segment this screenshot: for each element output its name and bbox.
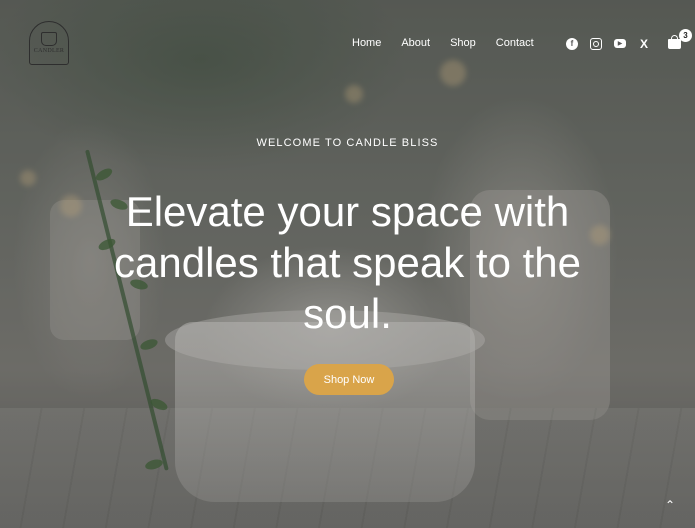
main-nav: Home About Shop Contact [352, 37, 554, 49]
nav-home[interactable]: Home [352, 37, 381, 49]
scroll-to-top-icon[interactable]: ⌃ [662, 497, 678, 513]
facebook-icon[interactable]: f [566, 38, 578, 50]
nav-about[interactable]: About [401, 37, 430, 49]
cart-count-badge: 3 [679, 29, 692, 42]
logo-text: CANDLER [33, 48, 65, 54]
hero-eyebrow: WELCOME TO CANDLE BLISS [256, 137, 439, 149]
brand-logo[interactable]: CANDLER [29, 21, 69, 65]
nav-contact[interactable]: Contact [496, 37, 534, 49]
cart-body [668, 39, 681, 49]
x-icon[interactable]: X [638, 38, 650, 50]
youtube-icon[interactable]: ▶ [614, 39, 626, 48]
hero-headline: Elevate your space with candles that spe… [114, 188, 581, 337]
nav-shop[interactable]: Shop [450, 37, 476, 49]
shop-now-button[interactable]: Shop Now [304, 364, 394, 395]
candle-jar-icon [41, 32, 57, 46]
social-links: f ▶ X [566, 38, 650, 50]
instagram-icon[interactable] [590, 38, 602, 50]
